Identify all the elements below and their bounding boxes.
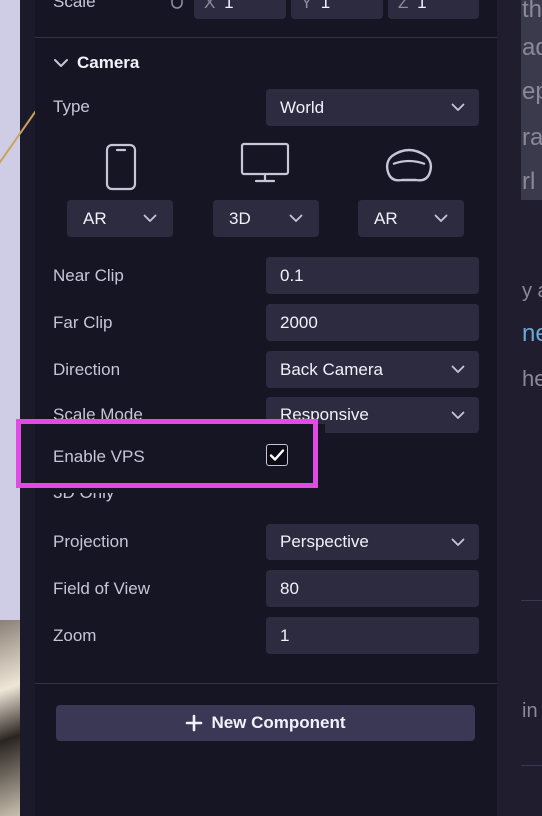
enable-vps-label: Enable VPS	[53, 447, 145, 466]
camera-section-title: Camera	[77, 53, 140, 72]
device-desktop-select[interactable]: 3D	[213, 200, 319, 237]
enable-vps-checkbox[interactable]	[266, 444, 288, 466]
desktop-icon	[240, 142, 290, 183]
direction-label: Direction	[53, 360, 121, 379]
peek-text-2: ad	[522, 34, 542, 61]
device-mobile-select[interactable]: AR	[67, 200, 173, 237]
peek-text-3: ep	[522, 78, 542, 105]
far-clip-input[interactable]: 2000	[266, 304, 479, 341]
direction-select[interactable]: Back Camera	[266, 351, 479, 388]
scale-mode-value: Responsive	[280, 405, 369, 424]
chevron-down-icon	[451, 103, 465, 111]
peek-text-8: he	[522, 366, 542, 391]
far-clip-value: 2000	[280, 312, 318, 332]
near-clip-value: 0.1	[280, 265, 304, 285]
fov-input[interactable]: 80	[266, 570, 479, 607]
peek-text-9: in	[522, 700, 538, 722]
peek-separator-2	[521, 765, 542, 766]
divider-top	[35, 37, 497, 38]
new-component-label: New Component	[211, 713, 346, 732]
peek-text-4: ra	[522, 124, 542, 151]
adjacent-panel: th ad ep ra rl y a ne he in	[497, 0, 542, 816]
plus-icon	[186, 714, 203, 732]
scale-x-prefix: X	[204, 0, 216, 12]
direction-value: Back Camera	[280, 359, 383, 379]
scale-z-field[interactable]: Z 1	[388, 0, 479, 19]
divider-bottom	[35, 683, 497, 684]
scale-z-value: 1	[417, 0, 427, 12]
projection-label: Projection	[53, 532, 129, 551]
fov-label: Field of View	[53, 579, 151, 598]
type-value: World	[280, 97, 325, 117]
chevron-down-icon	[434, 214, 448, 222]
near-clip-input[interactable]: 0.1	[266, 257, 479, 294]
zoom-label: Zoom	[53, 626, 97, 645]
chevron-down-icon	[451, 538, 465, 546]
peek-separator	[521, 600, 542, 601]
chevron-down-icon	[53, 58, 69, 68]
device-headset-value: AR	[374, 208, 398, 228]
far-clip-label: Far Clip	[53, 313, 113, 332]
viewport-image	[0, 620, 20, 816]
peek-text-7: ne	[522, 320, 542, 347]
peek-text-6: y a	[522, 280, 542, 302]
peek-text-1: th	[522, 0, 542, 23]
zoom-value: 1	[280, 625, 290, 645]
device-headset-select[interactable]: AR	[358, 200, 464, 237]
scale-y-field[interactable]: Y 1	[291, 0, 383, 19]
type-select[interactable]: World	[266, 89, 479, 126]
3d-only-subheader: 3D Only	[53, 483, 115, 502]
fov-value: 80	[280, 578, 299, 598]
screen: Scale X 1 Y 1 Z 1 Camera Type World AR 3…	[0, 0, 542, 816]
scale-y-prefix: Y	[301, 0, 313, 12]
type-label: Type	[53, 97, 90, 116]
device-mobile-value: AR	[83, 208, 107, 228]
inspector-panel: Scale X 1 Y 1 Z 1 Camera Type World AR 3…	[16, 0, 497, 816]
scale-z-prefix: Z	[398, 0, 409, 12]
chevron-down-icon	[143, 214, 157, 222]
projection-value: Perspective	[280, 532, 369, 551]
chevron-down-icon	[451, 365, 465, 373]
projection-select[interactable]: Perspective	[266, 524, 479, 560]
new-component-button[interactable]: New Component	[56, 705, 475, 741]
phone-icon	[105, 143, 137, 191]
checkmark-icon	[269, 449, 285, 461]
scale-x-value: 1	[224, 0, 234, 12]
scale-x-field[interactable]: X 1	[194, 0, 286, 19]
device-desktop-value: 3D	[229, 208, 251, 228]
near-clip-label: Near Clip	[53, 266, 124, 285]
headset-icon	[385, 148, 433, 182]
peek-text-5: rl	[522, 168, 536, 195]
camera-section-header[interactable]: Camera	[53, 52, 139, 74]
zoom-input[interactable]: 1	[266, 617, 479, 654]
scale-mode-label: Scale Mode	[53, 405, 143, 424]
scale-link-icon[interactable]	[171, 0, 183, 10]
chevron-down-icon	[289, 214, 303, 222]
scale-y-value: 1	[320, 0, 331, 12]
chevron-down-icon	[451, 411, 465, 419]
scale-label: Scale	[53, 0, 96, 11]
